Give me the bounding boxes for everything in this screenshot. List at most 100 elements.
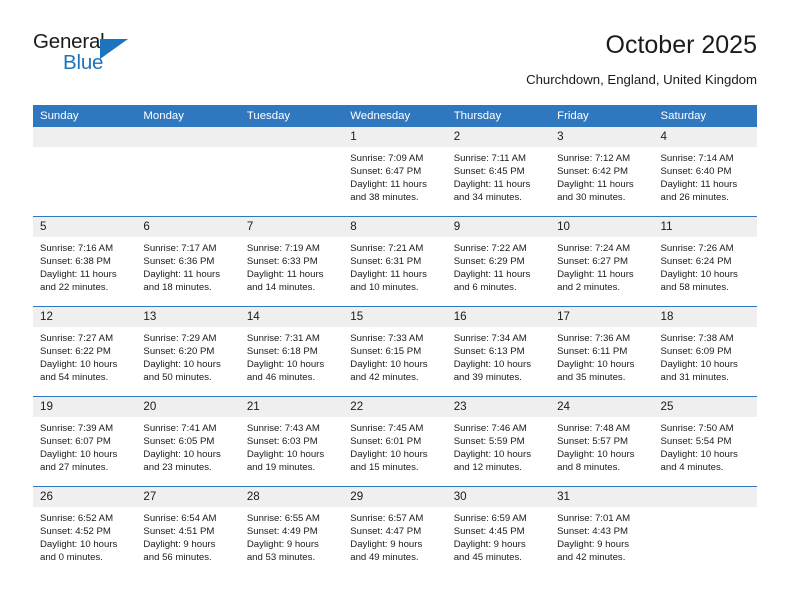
day-sunset-text: Sunset: 6:42 PM <box>557 166 629 178</box>
day-daylight-text: Daylight: 10 hours <box>40 539 118 551</box>
day-of-week-friday: Friday <box>557 110 589 122</box>
day-sunrise-text: Sunrise: 7:34 AM <box>453 333 527 344</box>
day-number: 12 <box>40 310 53 323</box>
day-daylight-text: and 45 minutes. <box>453 552 522 564</box>
day-sunset-text: Sunset: 5:57 PM <box>557 436 629 448</box>
day-sunset-text: Sunset: 4:49 PM <box>246 526 318 538</box>
calendar-day-cell[interactable]: 29 Sunrise: 6:57 AM Sunset: 4:47 PM Dayligh… <box>343 487 447 577</box>
calendar-day-cell[interactable]: 5 Sunrise: 7:16 AM Sunset: 6:38 PM Daylight… <box>33 217 137 306</box>
day-daylight-text: Daylight: 11 hours <box>557 269 634 281</box>
calendar-day-cell[interactable]: 27 Sunrise: 6:54 AM Sunset: 4:51 PM Dayligh… <box>136 487 240 577</box>
calendar-day-cell[interactable]: 26 Sunrise: 6:52 AM Sunset: 4:52 PM Dayligh… <box>33 487 137 577</box>
calendar-day-cell[interactable]: 3 Sunrise: 7:12 AM Sunset: 6:42 PM Daylight… <box>550 127 654 216</box>
day-sunrise-text: Sunrise: 6:52 AM <box>40 513 114 524</box>
day-number-band <box>33 127 137 147</box>
day-daylight-text: and 54 minutes. <box>40 372 109 384</box>
day-daylight-text: and 35 minutes. <box>557 372 626 384</box>
day-sunrise-text: Sunrise: 7:26 AM <box>660 243 734 254</box>
calendar-grid: Sunday Monday Tuesday Wednesday Thursday Frid… <box>33 105 757 577</box>
calendar-day-cell[interactable]: 1 Sunrise: 7:09 AM Sunset: 6:47 PM Daylight… <box>343 127 447 216</box>
calendar-day-cell[interactable]: 24 Sunrise: 7:48 AM Sunset: 5:57 PM Dayligh… <box>550 397 654 486</box>
calendar-day-cell[interactable]: 19 Sunrise: 7:39 AM Sunset: 6:07 PM Dayligh… <box>33 397 137 486</box>
day-number-band <box>33 217 137 237</box>
day-sunset-text: Sunset: 6:15 PM <box>350 346 422 358</box>
calendar-day-cell[interactable]: 8 Sunrise: 7:21 AM Sunset: 6:31 PM Daylight… <box>343 217 447 306</box>
day-daylight-text: Daylight: 11 hours <box>246 269 324 281</box>
calendar-day-cell[interactable]: 17 Sunrise: 7:36 AM Sunset: 6:11 PM Dayligh… <box>550 307 654 396</box>
day-number: 13 <box>143 310 157 323</box>
day-sunset-text: Sunset: 6:20 PM <box>143 346 215 358</box>
calendar-day-cell[interactable]: 22 Sunrise: 7:45 AM Sunset: 6:01 PM Dayligh… <box>343 397 447 486</box>
day-daylight-text: Daylight: 9 hours <box>453 539 526 551</box>
calendar-day-cell[interactable]: 10 Sunrise: 7:24 AM Sunset: 6:27 PM Dayligh… <box>550 217 654 306</box>
day-daylight-text: and 31 minutes. <box>660 372 729 384</box>
day-sunset-text: Sunset: 6:24 PM <box>660 256 732 268</box>
calendar-day-cell[interactable]: 20 Sunrise: 7:41 AM Sunset: 6:05 PM Dayligh… <box>136 397 240 486</box>
calendar-day-cell[interactable]: 2 Sunrise: 7:11 AM Sunset: 6:45 PM Daylight… <box>446 127 551 216</box>
day-daylight-text: Daylight: 9 hours <box>246 539 319 551</box>
day-sun-info: Sunrise: 7:11 AM Sunset: 6:45 PM Daylight:… <box>447 147 550 204</box>
day-sun-info: Sunrise: 7:29 AM Sunset: 6:20 PM Daylight:… <box>136 327 239 384</box>
day-daylight-text: and 49 minutes. <box>350 552 419 564</box>
logo-triangle-icon <box>100 39 128 59</box>
day-sunrise-text: Sunrise: 7:24 AM <box>557 243 631 254</box>
day-sunset-text: Sunset: 4:43 PM <box>557 526 629 538</box>
day-sunrise-text: Sunrise: 6:55 AM <box>246 513 320 524</box>
day-daylight-text: Daylight: 9 hours <box>143 539 216 551</box>
day-sunrise-text: Sunrise: 7:01 AM <box>557 513 631 524</box>
page-subtitle: Churchdown, England, United Kingdom <box>526 72 757 87</box>
day-sun-info: Sunrise: 7:22 AM Sunset: 6:29 PM Daylight:… <box>447 237 550 294</box>
day-sunset-text: Sunset: 6:29 PM <box>453 256 525 268</box>
day-daylight-text: Daylight: 10 hours <box>143 449 221 461</box>
calendar-day-cell[interactable]: 9 Sunrise: 7:22 AM Sunset: 6:29 PM Daylight… <box>446 217 551 306</box>
day-sun-info: Sunrise: 7:33 AM Sunset: 6:15 PM Daylight:… <box>343 327 446 384</box>
day-daylight-text: and 14 minutes. <box>246 282 316 294</box>
day-sun-info: Sunrise: 7:17 AM Sunset: 6:36 PM Daylight:… <box>136 237 239 294</box>
day-number-band <box>446 217 551 237</box>
day-daylight-text: and 19 minutes. <box>246 462 316 474</box>
general-blue-logo[interactable]: General Blue <box>33 30 153 82</box>
day-daylight-text: Daylight: 10 hours <box>660 449 738 461</box>
day-daylight-text: Daylight: 10 hours <box>557 449 635 461</box>
calendar-day-cell[interactable]: 16 Sunrise: 7:34 AM Sunset: 6:13 PM Dayligh… <box>446 307 551 396</box>
day-daylight-text: and 30 minutes. <box>557 192 626 204</box>
day-sun-info: Sunrise: 7:09 AM Sunset: 6:47 PM Daylight:… <box>343 147 446 204</box>
calendar-day-cell[interactable]: 7 Sunrise: 7:19 AM Sunset: 6:33 PM Daylight… <box>239 217 344 306</box>
day-number: 17 <box>557 310 571 323</box>
day-daylight-text: and 27 minutes. <box>40 462 109 474</box>
day-sun-info: Sunrise: 7:48 AM Sunset: 5:57 PM Daylight:… <box>550 417 653 474</box>
calendar-day-cell[interactable]: 25 Sunrise: 7:50 AM Sunset: 5:54 PM Dayligh… <box>653 397 757 486</box>
calendar-day-cell[interactable]: 14 Sunrise: 7:31 AM Sunset: 6:18 PM Dayligh… <box>239 307 344 396</box>
calendar-day-cell[interactable]: 18 Sunrise: 7:38 AM Sunset: 6:09 PM Dayligh… <box>653 307 757 396</box>
day-sunrise-text: Sunrise: 7:33 AM <box>350 333 424 344</box>
day-sunset-text: Sunset: 6:40 PM <box>660 166 732 178</box>
day-daylight-text: and 10 minutes. <box>350 282 419 294</box>
calendar-day-cell[interactable]: 13 Sunrise: 7:29 AM Sunset: 6:20 PM Dayligh… <box>136 307 240 396</box>
day-number: 1 <box>350 130 357 143</box>
calendar-day-cell[interactable]: 30 Sunrise: 6:59 AM Sunset: 4:45 PM Dayligh… <box>446 487 551 577</box>
calendar-day-cell[interactable]: 6 Sunrise: 7:17 AM Sunset: 6:36 PM Daylight… <box>136 217 240 306</box>
calendar-day-cell[interactable]: 28 Sunrise: 6:55 AM Sunset: 4:49 PM Dayligh… <box>239 487 344 577</box>
day-number-band <box>550 127 654 147</box>
calendar-day-cell[interactable]: 23 Sunrise: 7:46 AM Sunset: 5:59 PM Dayligh… <box>446 397 551 486</box>
day-daylight-text: Daylight: 10 hours <box>350 359 428 371</box>
calendar-day-cell[interactable]: 4 Sunrise: 7:14 AM Sunset: 6:40 PM Daylight… <box>653 127 757 216</box>
day-number: 15 <box>350 310 364 323</box>
day-sunset-text: Sunset: 6:03 PM <box>246 436 318 448</box>
calendar-day-cell[interactable]: 11 Sunrise: 7:26 AM Sunset: 6:24 PM Dayligh… <box>653 217 757 306</box>
day-daylight-text: and 2 minutes. <box>557 282 621 294</box>
day-number-band <box>446 127 551 147</box>
day-sunset-text: Sunset: 6:05 PM <box>143 436 215 448</box>
calendar-day-cell[interactable]: 15 Sunrise: 7:33 AM Sunset: 6:15 PM Dayligh… <box>343 307 447 396</box>
day-sun-info: Sunrise: 7:45 AM Sunset: 6:01 PM Daylight:… <box>343 417 446 474</box>
day-number: 21 <box>246 400 260 413</box>
day-daylight-text: Daylight: 10 hours <box>557 359 635 371</box>
calendar-day-cell[interactable]: 12 Sunrise: 7:27 AM Sunset: 6:22 PM Dayligh… <box>33 307 137 396</box>
day-daylight-text: and 23 minutes. <box>143 462 212 474</box>
day-daylight-text: Daylight: 10 hours <box>143 359 221 371</box>
day-daylight-text: and 8 minutes. <box>557 462 621 474</box>
calendar-day-cell[interactable]: 21 Sunrise: 7:43 AM Sunset: 6:03 PM Dayligh… <box>239 397 344 486</box>
calendar-day-cell[interactable]: 31 Sunrise: 7:01 AM Sunset: 4:43 PM Dayligh… <box>550 487 654 577</box>
day-sun-info: Sunrise: 7:26 AM Sunset: 6:24 PM Daylight:… <box>654 237 757 294</box>
day-daylight-text: and 46 minutes. <box>246 372 316 384</box>
